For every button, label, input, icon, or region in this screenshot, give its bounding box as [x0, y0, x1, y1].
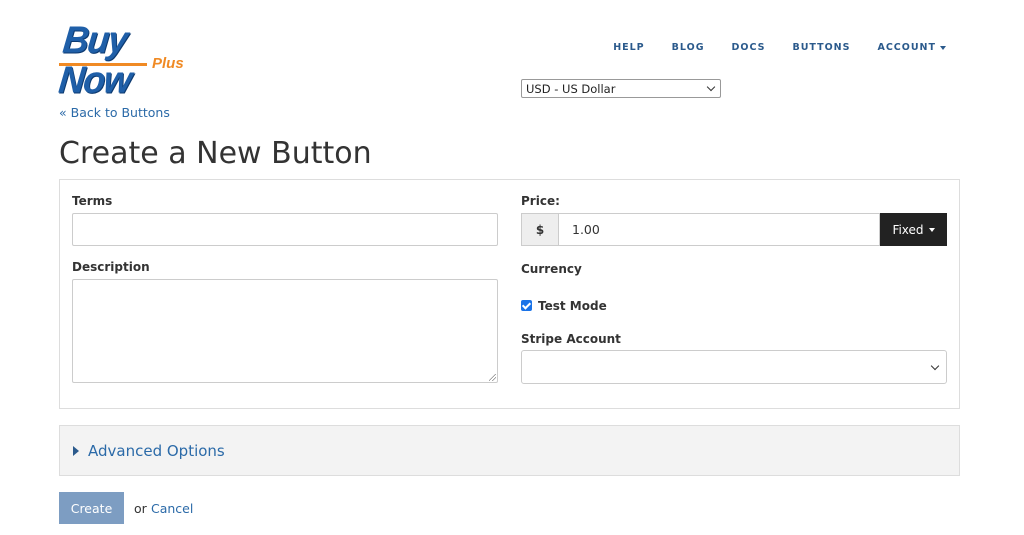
nav-buttons[interactable]: BUTTONS: [792, 42, 850, 53]
logo-subtext: Plus: [152, 55, 184, 72]
price-label: Price:: [521, 194, 560, 208]
description-label: Description: [72, 260, 150, 274]
price-type-label: Fixed: [892, 222, 924, 237]
cancel-link[interactable]: Cancel: [151, 501, 193, 516]
stripe-account-label: Stripe Account: [521, 332, 621, 346]
page-title: Create a New Button: [59, 136, 372, 171]
description-textarea[interactable]: [72, 279, 498, 383]
terms-label: Terms: [72, 194, 113, 208]
logo-underline: [59, 63, 147, 66]
currency-selected-value: USD - US Dollar: [526, 81, 616, 96]
currency-select[interactable]: USD - US Dollar: [521, 79, 721, 98]
logo[interactable]: Buy Now Plus: [57, 18, 199, 101]
resize-grip-icon[interactable]: [489, 374, 496, 381]
currency-symbol-addon: $: [521, 213, 558, 246]
terms-input[interactable]: [72, 213, 498, 246]
chevron-down-icon: [940, 45, 946, 50]
nav-blog[interactable]: BLOG: [672, 42, 705, 53]
currency-label: Currency: [521, 262, 582, 276]
nav-help[interactable]: HELP: [613, 42, 644, 53]
back-to-buttons-link[interactable]: « Back to Buttons: [59, 105, 170, 120]
chevron-down-icon: [928, 227, 935, 232]
price-input[interactable]: 1.00: [558, 213, 880, 246]
nav-docs[interactable]: DOCS: [732, 42, 766, 53]
advanced-options-toggle[interactable]: Advanced Options: [59, 425, 960, 476]
or-text: or: [134, 501, 147, 516]
price-input-group: $ 1.00 Fixed: [521, 213, 947, 246]
nav-account-label: ACCOUNT: [877, 42, 936, 53]
test-mode-checkbox[interactable]: [521, 300, 532, 311]
top-nav: HELP BLOG DOCS BUTTONS ACCOUNT: [586, 42, 946, 53]
caret-right-icon: [73, 445, 79, 456]
price-type-dropdown-button[interactable]: Fixed: [880, 213, 947, 246]
chevron-down-icon: [930, 361, 940, 371]
test-mode-label[interactable]: Test Mode: [538, 299, 607, 313]
advanced-options-label: Advanced Options: [88, 441, 225, 460]
chevron-down-icon: [706, 82, 716, 92]
create-button[interactable]: Create: [59, 492, 124, 524]
nav-account[interactable]: ACCOUNT: [877, 42, 946, 53]
stripe-account-select[interactable]: [521, 350, 947, 384]
